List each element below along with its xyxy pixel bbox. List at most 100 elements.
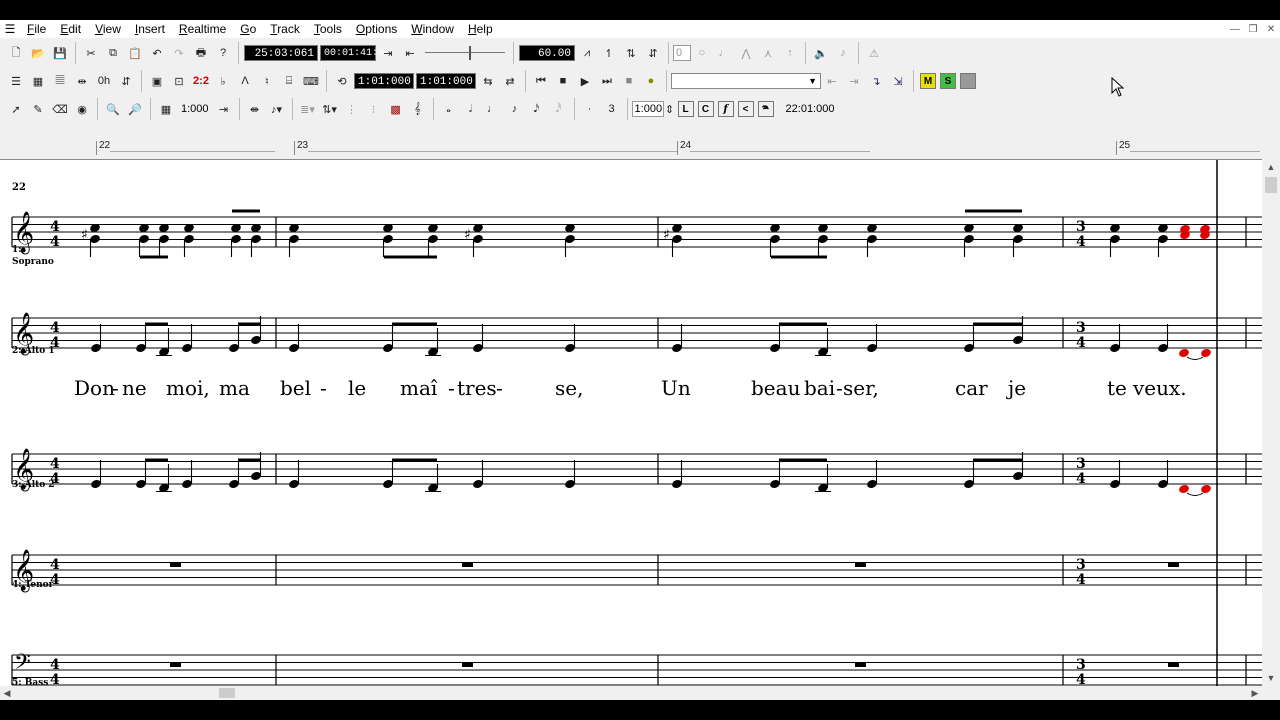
note-icon[interactable]: ♪	[833, 43, 853, 63]
menu-insert[interactable]: Insert	[128, 20, 172, 38]
spin-icon[interactable]: ⇕	[665, 99, 675, 119]
snap-grid-icon[interactable]: ⇼	[245, 99, 265, 119]
help-icon[interactable]: ?	[213, 43, 233, 63]
piano-roll-icon[interactable]: ▦	[28, 71, 48, 91]
accent-icon[interactable]: ⋀	[736, 43, 756, 63]
measure-icon[interactable]: ▣	[147, 71, 167, 91]
event-list-icon[interactable]: ⇹	[72, 71, 92, 91]
scroll-down-icon[interactable]: ▼	[1262, 670, 1280, 686]
select-arrow-icon[interactable]: ➚	[6, 99, 26, 119]
transpose-triple-icon[interactable]: ⇵	[643, 43, 663, 63]
scroll-right-icon[interactable]: ▶	[1248, 686, 1262, 700]
copy-icon[interactable]: ⧉	[103, 43, 123, 63]
step-forward-icon[interactable]: ⇥	[844, 71, 864, 91]
new-file-icon[interactable]: 🗋	[6, 43, 26, 63]
snap-value[interactable]: 1:000	[177, 103, 213, 115]
open-folder-icon[interactable]: 📂	[28, 43, 48, 63]
dynamic-button[interactable]: f	[717, 101, 734, 117]
drum-icon[interactable]: 0h	[94, 71, 114, 91]
loop-end-display[interactable]: 1:01:000	[416, 73, 476, 89]
scrub-icon[interactable]: ◉	[72, 99, 92, 119]
loop-start-display[interactable]: 1:01:000	[354, 73, 414, 89]
note-duration-dropdown-icon[interactable]: ♪▾	[267, 99, 287, 119]
half-note-duration-icon[interactable]: 𝅗𝅥	[461, 99, 481, 119]
chord-icon[interactable]: ♮	[257, 71, 277, 91]
rewind-icon[interactable]: ⏮	[531, 71, 551, 91]
horizontal-scroll-thumb[interactable]	[219, 688, 235, 698]
zoom-in-icon[interactable]: 🔎	[125, 99, 145, 119]
palette-icon[interactable]: ▩	[386, 99, 406, 119]
minimize-icon[interactable]: —	[1226, 20, 1244, 38]
mute-button[interactable]: M	[920, 73, 936, 89]
vertical-scrollbar[interactable]: ▲ ▼	[1262, 159, 1280, 686]
quarter-note-duration-icon[interactable]: ♩	[483, 99, 503, 119]
position-slider[interactable]	[425, 43, 505, 63]
beam-icon[interactable]: ⋮	[342, 99, 362, 119]
staff-view-icon[interactable]: 𝄚	[50, 71, 70, 91]
key-sig-icon[interactable]: ♭	[213, 71, 233, 91]
pencil-icon[interactable]: ✎	[28, 99, 48, 119]
menu-view[interactable]: View	[88, 20, 128, 38]
stop-icon[interactable]: ■	[553, 71, 573, 91]
eighth-note-duration-icon[interactable]: ♪	[505, 99, 525, 119]
align-icon[interactable]: ≣▾	[298, 99, 318, 119]
frame-icon[interactable]: ⊡	[169, 71, 189, 91]
score-icon[interactable]: 𝄞	[408, 99, 428, 119]
measure-ruler[interactable]: 22 23 24 25	[0, 139, 1280, 159]
duration-field[interactable]: 1:000	[631, 101, 664, 117]
triplet-icon[interactable]: 3	[602, 99, 622, 119]
print-icon[interactable]: 🖶	[191, 43, 211, 63]
track-combo[interactable]: ▼	[671, 73, 821, 89]
tuplet-icon[interactable]: ⁝	[364, 99, 384, 119]
paste-icon[interactable]: 📋	[125, 43, 145, 63]
position-time-display[interactable]: 25:03:061	[244, 45, 318, 61]
menu-options[interactable]: Options	[349, 20, 404, 38]
track-list-icon[interactable]: ☰	[6, 71, 26, 91]
menu-tools[interactable]: Tools	[307, 20, 349, 38]
play-icon[interactable]: ▶	[575, 71, 595, 91]
record-status-icon[interactable]: ●	[641, 71, 661, 91]
marker-back-icon[interactable]: ⇤	[400, 43, 420, 63]
speaker-icon[interactable]: 🔈	[811, 43, 831, 63]
scroll-left-icon[interactable]: ◀	[0, 686, 14, 700]
input-quantize-icon[interactable]: ↴	[866, 71, 886, 91]
notes[interactable]: ♯ ♯ ♯	[81, 209, 1212, 667]
menu-realtime[interactable]: Realtime	[172, 20, 233, 38]
marker-icon[interactable]: ⇥	[378, 43, 398, 63]
half-note-icon[interactable]: ♩	[714, 43, 734, 63]
vertical-scroll-thumb[interactable]	[1265, 177, 1277, 193]
fermata-icon[interactable]: ↑	[780, 43, 800, 63]
two-two-icon[interactable]: 2:2	[191, 71, 211, 91]
whole-note-duration-icon[interactable]: 𝅝	[439, 99, 459, 119]
cut-icon[interactable]: ✂	[81, 43, 101, 63]
snap-to-icon[interactable]: ⇥	[214, 99, 234, 119]
undo-icon[interactable]: ↶	[147, 43, 167, 63]
step-record-icon[interactable]: ⇤	[822, 71, 842, 91]
record-icon[interactable]: ■	[619, 71, 639, 91]
menu-edit[interactable]: Edit	[53, 20, 88, 38]
counter-field[interactable]: 0	[673, 45, 691, 61]
lyric-icon[interactable]: Λ	[235, 71, 255, 91]
menu-go[interactable]: Go	[233, 20, 263, 38]
accent-split-icon[interactable]: ⋏	[758, 43, 778, 63]
transpose-up-icon[interactable]: ↿	[599, 43, 619, 63]
lyric-button[interactable]: L	[677, 101, 694, 117]
scroll-up-icon[interactable]: ▲	[1262, 159, 1280, 175]
sixteenth-note-duration-icon[interactable]: 𝅘𝅥𝅯	[527, 99, 547, 119]
close-icon[interactable]: ✕	[1262, 20, 1280, 38]
thru-icon[interactable]: ⇲	[888, 71, 908, 91]
app-menu-icon[interactable]: ☰	[0, 20, 20, 38]
menu-window[interactable]: Window	[404, 20, 461, 38]
zoom-out-icon[interactable]: 🔍	[103, 99, 123, 119]
solo-button[interactable]: S	[940, 73, 956, 89]
save-icon[interactable]: 💾	[50, 43, 70, 63]
transpose-double-icon[interactable]: ⇅	[621, 43, 641, 63]
score-canvas[interactable]: 22 1: Soprano 2: Alto 1 3: Alto 2 4: Ten…	[0, 160, 1262, 686]
hairpin-button[interactable]: <	[737, 101, 754, 117]
tempo-display[interactable]: 60.00	[519, 45, 575, 61]
whole-note-icon[interactable]: ○	[692, 43, 712, 63]
fast-forward-icon[interactable]: ⏭	[597, 71, 617, 91]
horizontal-scrollbar[interactable]: ◀ ▶	[0, 686, 1262, 700]
loop-set-icon[interactable]: ⇆	[478, 71, 498, 91]
staff-view[interactable]: 22 1: Soprano 2: Alto 1 3: Alto 2 4: Ten…	[0, 159, 1262, 686]
